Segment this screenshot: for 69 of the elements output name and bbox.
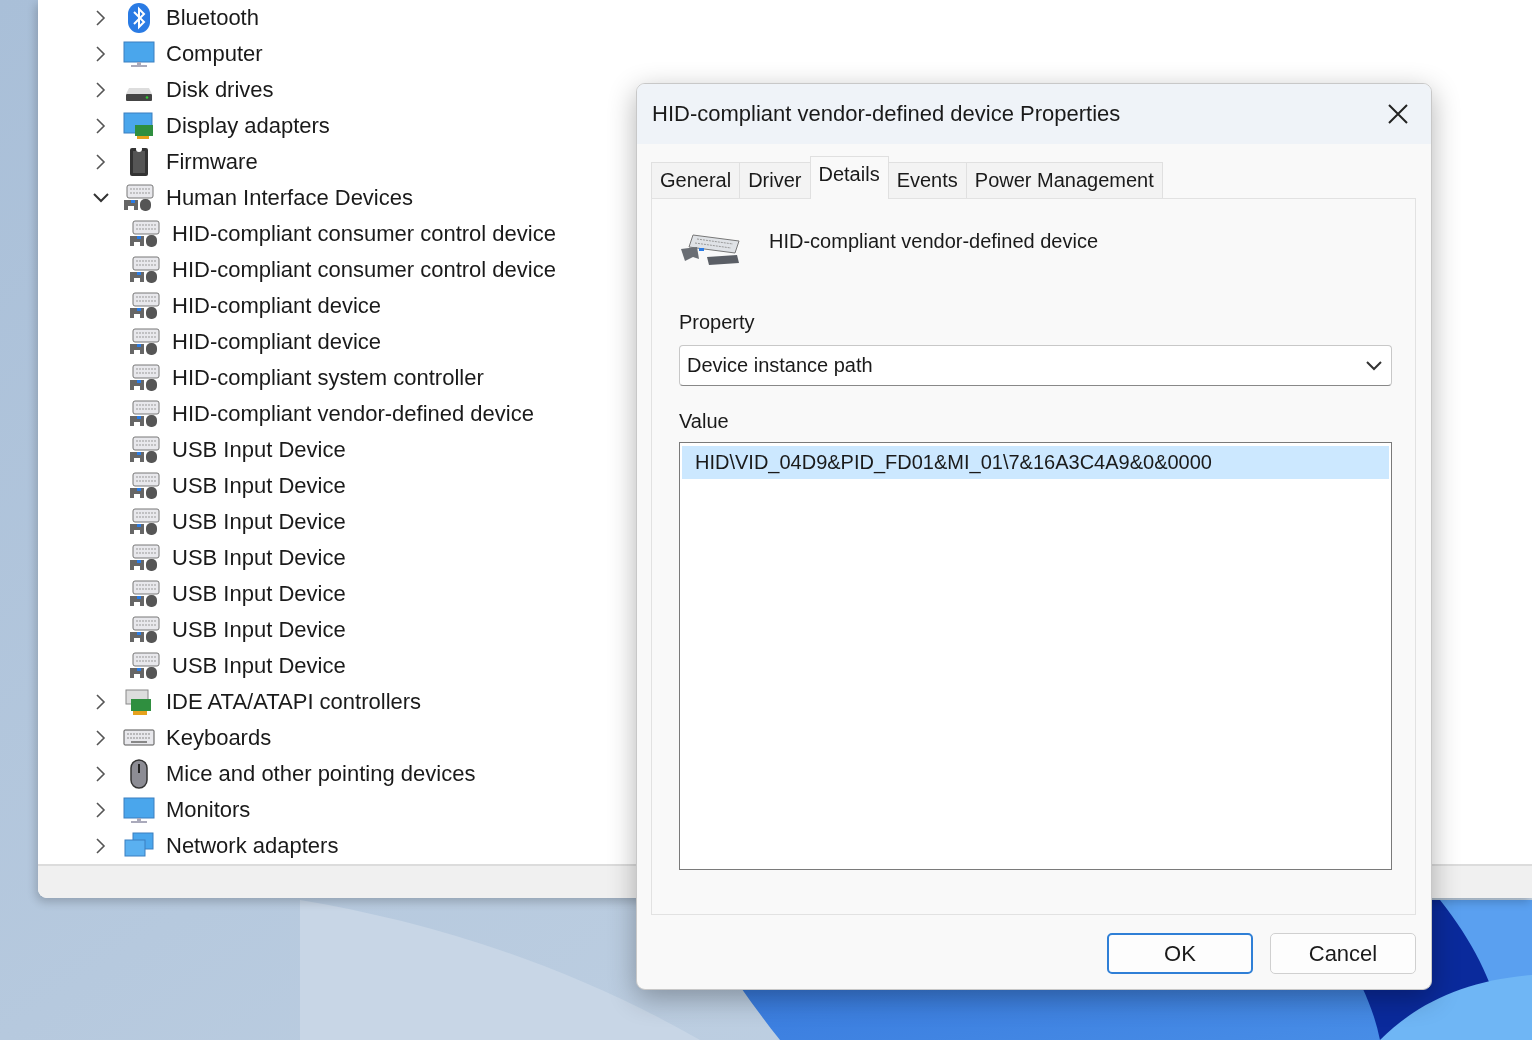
keyboard-gamepad-icon (129, 255, 161, 285)
chevron-right-icon[interactable] (95, 81, 107, 99)
tree-item[interactable]: Keyboards (166, 725, 272, 751)
tab[interactable]: Driver (739, 162, 811, 198)
tree-item[interactable]: Network adapters (166, 833, 339, 859)
dialog-title: HID-compliant vendor-defined device Properties (652, 101, 1121, 127)
tree-item[interactable]: Computer (166, 41, 263, 67)
chevron-right-icon[interactable] (95, 801, 107, 819)
tree-item[interactable]: Mice and other pointing devices (166, 761, 476, 787)
tree-item[interactable]: USB Input Device (172, 509, 346, 535)
chevron-right-icon[interactable] (95, 153, 107, 171)
keyboard-gamepad-icon (129, 363, 161, 393)
keyboard-gamepad-icon (129, 471, 161, 501)
chevron-down-icon[interactable] (1365, 359, 1383, 372)
chevron-right-icon[interactable] (95, 837, 107, 855)
dialog-button[interactable]: Cancel (1270, 933, 1416, 974)
device-name: HID-compliant vendor-defined device (769, 229, 1099, 253)
tree-item[interactable]: USB Input Device (172, 437, 346, 463)
tree-item[interactable]: USB Input Device (172, 581, 346, 607)
drive-icon (123, 86, 155, 102)
tab[interactable]: Details (809, 156, 889, 199)
tab[interactable]: General (651, 162, 741, 198)
keyboard-gamepad-icon (129, 507, 161, 537)
chevron-right-icon[interactable] (95, 117, 107, 135)
monitor-icon (123, 795, 155, 825)
tree-item[interactable]: Disk drives (166, 77, 274, 103)
tree-item[interactable]: USB Input Device (172, 653, 346, 679)
tree-item[interactable]: USB Input Device (172, 473, 346, 499)
tree-item[interactable]: Display adapters (166, 113, 330, 139)
keyboard-gamepad-icon (129, 291, 161, 321)
tree-item[interactable]: HID-compliant device (172, 329, 382, 355)
tree-item[interactable]: HID-compliant consumer control device (172, 221, 556, 247)
keyboard-gamepad-icon (129, 399, 161, 429)
keyboard-gamepad-icon (129, 543, 161, 573)
keyboard-gamepad-icon (129, 219, 161, 249)
tree-item[interactable]: Monitors (166, 797, 251, 823)
chevron-right-icon[interactable] (95, 9, 107, 27)
keyboard-gamepad-icon (129, 651, 161, 681)
chevron-right-icon[interactable] (95, 693, 107, 711)
tab[interactable]: Events (887, 162, 967, 198)
chevron-right-icon[interactable] (95, 45, 107, 63)
tree-item[interactable]: HID-compliant device (172, 293, 382, 319)
value-list[interactable]: HID\VID_04D9&PID_FD01&MI_01\7&16A3C4A9&0&0000 (679, 442, 1392, 870)
monitor-card-icon (123, 111, 155, 141)
tree-item[interactable]: HID-compliant system controller (172, 365, 484, 391)
tree-item[interactable]: HID-compliant consumer control device (172, 257, 556, 283)
value-item[interactable]: HID\VID_04D9&PID_FD01&MI_01\7&16A3C4A9&0&0000 (682, 446, 1389, 479)
tab[interactable]: Power Management (965, 162, 1163, 198)
keyboard-gamepad-icon (129, 579, 161, 609)
keyboard-gamepad-icon (123, 183, 155, 213)
tree-item[interactable]: HID-compliant vendor-defined device (172, 401, 534, 427)
tree-item[interactable]: USB Input Device (172, 617, 346, 643)
dialog-button[interactable]: OK (1107, 933, 1253, 974)
chevron-right-icon[interactable] (95, 729, 107, 747)
property-dropdown[interactable]: Device instance path (679, 345, 1392, 386)
tree-item[interactable]: USB Input Device (172, 545, 346, 571)
monitor-icon (123, 39, 155, 69)
keyboard-gamepad-icon (129, 327, 161, 357)
property-label: Property (679, 311, 756, 335)
keyboard-gamepad-icon (129, 615, 161, 645)
value-label: Value (679, 410, 730, 434)
chevron-right-icon[interactable] (95, 765, 107, 783)
tree-item[interactable]: Bluetooth (166, 5, 259, 31)
tree-item[interactable]: IDE ATA/ATAPI controllers (166, 689, 422, 715)
tree-item[interactable]: Firmware (166, 149, 258, 175)
close-icon (1387, 103, 1409, 125)
chevron-down-icon[interactable] (92, 192, 110, 204)
keyboard-gamepad-icon (129, 435, 161, 465)
tree-item[interactable]: Human Interface Devices (166, 185, 413, 211)
